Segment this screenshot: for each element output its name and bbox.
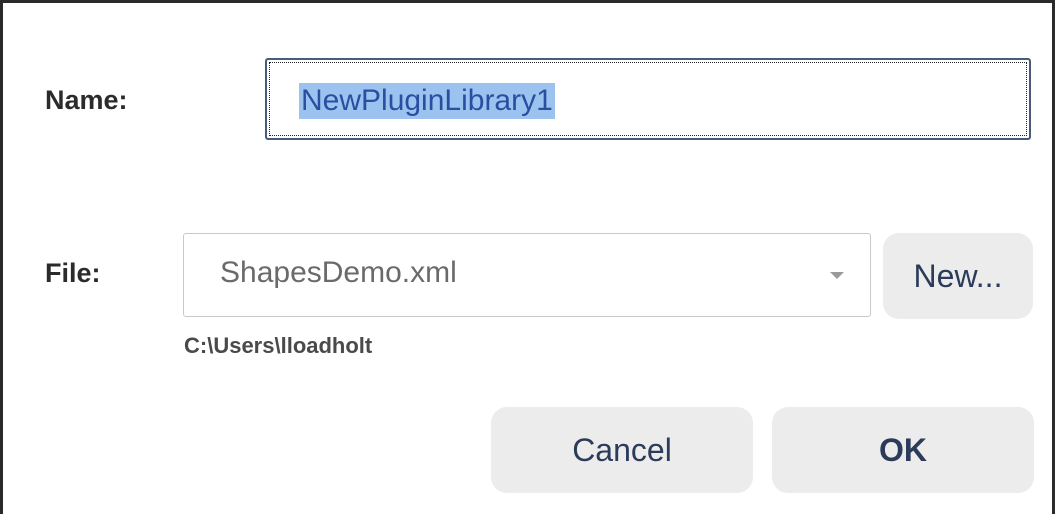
new-plugin-library-dialog: Name: NewPluginLibrary1 File: ShapesDemo…	[0, 0, 1055, 514]
file-dropdown[interactable]: ShapesDemo.xml	[183, 233, 871, 317]
name-input-selected-text[interactable]: NewPluginLibrary1	[299, 83, 555, 119]
name-input[interactable]: NewPluginLibrary1	[265, 58, 1031, 140]
cancel-button[interactable]: Cancel	[491, 407, 753, 493]
file-path: C:\Users\lloadholt	[184, 333, 373, 358]
chevron-down-icon[interactable]	[830, 272, 844, 279]
file-dropdown-value: ShapesDemo.xml	[220, 256, 457, 289]
name-label: Name:	[45, 85, 128, 115]
ok-button[interactable]: OK	[772, 407, 1034, 493]
new-file-button[interactable]: New...	[883, 233, 1033, 319]
file-label: File:	[45, 258, 101, 288]
